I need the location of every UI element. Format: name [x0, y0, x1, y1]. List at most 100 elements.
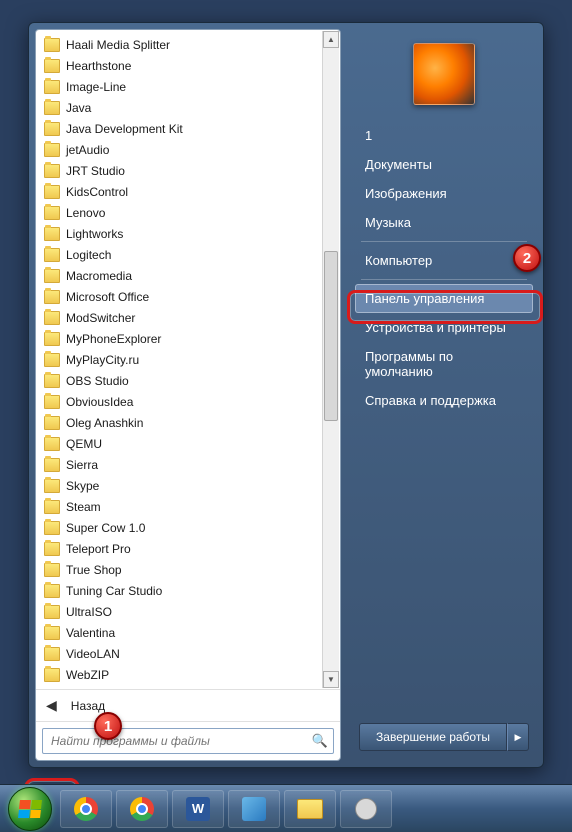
program-folder[interactable]: JRT Studio	[40, 160, 322, 181]
program-folder[interactable]: Steam	[40, 496, 322, 517]
scroll-thumb[interactable]	[324, 251, 338, 421]
program-label: Macromedia	[66, 269, 132, 283]
link-user-folder[interactable]: 1	[355, 121, 533, 150]
program-folder[interactable]: ObviousIdea	[40, 391, 322, 412]
link-help-support[interactable]: Справка и поддержка	[355, 386, 533, 415]
folder-icon	[44, 185, 60, 199]
folder-icon	[44, 626, 60, 640]
program-label: QEMU	[66, 437, 102, 451]
program-folder[interactable]: ModSwitcher	[40, 307, 322, 328]
back-label: Назад	[71, 699, 105, 713]
program-label: Haali Media Splitter	[66, 38, 170, 52]
taskbar-app[interactable]	[228, 790, 280, 828]
program-folder[interactable]: Microsoft Office	[40, 286, 322, 307]
program-folder[interactable]: Logitech	[40, 244, 322, 265]
program-folder[interactable]: QEMU	[40, 433, 322, 454]
back-arrow-icon: ◀	[46, 697, 57, 714]
link-pictures[interactable]: Изображения	[355, 179, 533, 208]
separator	[361, 279, 527, 280]
program-folder[interactable]: Lenovo	[40, 202, 322, 223]
program-folder[interactable]: Macromedia	[40, 265, 322, 286]
program-label: Lightworks	[66, 227, 123, 241]
folder-icon	[44, 80, 60, 94]
program-label: Steam	[66, 500, 101, 514]
back-button[interactable]: ◀ Назад	[36, 689, 340, 721]
link-control-panel[interactable]: Панель управления	[355, 284, 533, 313]
taskbar-chrome-2[interactable]	[116, 790, 168, 828]
program-folder[interactable]: Haali Media Splitter	[40, 34, 322, 55]
program-folder[interactable]: Hearthstone	[40, 55, 322, 76]
program-folder[interactable]: Teleport Pro	[40, 538, 322, 559]
program-label: Microsoft Office	[66, 290, 149, 304]
link-devices-printers[interactable]: Устройства и принтеры	[355, 313, 533, 342]
program-label: Lenovo	[66, 206, 105, 220]
program-folder[interactable]: UltraISO	[40, 601, 322, 622]
start-menu-right-panel: 1 Документы Изображения Музыка Компьютер…	[341, 29, 537, 761]
program-label: ObviousIdea	[66, 395, 133, 409]
taskbar-volume[interactable]	[340, 790, 392, 828]
taskbar-chrome-1[interactable]	[60, 790, 112, 828]
start-button[interactable]	[8, 787, 52, 831]
annotation-badge-1: 1	[94, 712, 122, 740]
program-folder[interactable]: Skype	[40, 475, 322, 496]
link-music[interactable]: Музыка	[355, 208, 533, 237]
search-box[interactable]: 🔍	[42, 728, 334, 754]
program-label: KidsControl	[66, 185, 128, 199]
search-input[interactable]	[43, 734, 307, 748]
folder-icon	[44, 248, 60, 262]
program-folder[interactable]: Java	[40, 97, 322, 118]
scroll-up-button[interactable]: ▲	[323, 31, 339, 48]
program-folder[interactable]: Tuning Car Studio	[40, 580, 322, 601]
folder-icon	[44, 416, 60, 430]
chrome-icon	[74, 797, 98, 821]
program-folder[interactable]: Oleg Anashkin	[40, 412, 322, 433]
program-folder[interactable]: MyPlayCity.ru	[40, 349, 322, 370]
link-computer[interactable]: Компьютер	[355, 246, 533, 275]
program-folder[interactable]: KidsControl	[40, 181, 322, 202]
program-folder[interactable]: OBS Studio	[40, 370, 322, 391]
program-label: Skype	[66, 479, 99, 493]
program-label: UltraISO	[66, 605, 112, 619]
program-label: WebZIP	[66, 668, 109, 682]
program-label: OBS Studio	[66, 374, 129, 388]
windows-logo-icon	[18, 800, 42, 818]
program-label: Sierra	[66, 458, 98, 472]
search-row: 🔍	[36, 721, 340, 760]
program-folder[interactable]: VideoLAN	[40, 643, 322, 664]
program-label: Hearthstone	[66, 59, 131, 73]
folder-icon	[44, 269, 60, 283]
program-folder[interactable]: Super Cow 1.0	[40, 517, 322, 538]
program-label: Oleg Anashkin	[66, 416, 143, 430]
program-folder[interactable]: Image-Line	[40, 76, 322, 97]
taskbar-word[interactable]: W	[172, 790, 224, 828]
program-folder[interactable]: MyPhoneExplorer	[40, 328, 322, 349]
folder-icon	[297, 799, 323, 819]
taskbar-explorer[interactable]	[284, 790, 336, 828]
link-default-programs[interactable]: Программы по умолчанию	[355, 342, 533, 386]
program-folder[interactable]: Lightworks	[40, 223, 322, 244]
program-folder[interactable]: Sierra	[40, 454, 322, 475]
folder-icon	[44, 458, 60, 472]
word-icon: W	[186, 797, 210, 821]
folder-icon	[44, 332, 60, 346]
program-folder[interactable]: Valentina	[40, 622, 322, 643]
program-label: MyPhoneExplorer	[66, 332, 161, 346]
start-menu: Haali Media Splitter Hearthstone Image-Lin…	[28, 22, 544, 768]
folder-icon	[44, 164, 60, 178]
program-folder[interactable]: Java Development Kit	[40, 118, 322, 139]
program-label: Super Cow 1.0	[66, 521, 145, 535]
link-documents[interactable]: Документы	[355, 150, 533, 179]
program-list-scrollbar[interactable]: ▲ ▼	[322, 31, 339, 688]
program-folder[interactable]: True Shop	[40, 559, 322, 580]
app-icon	[242, 797, 266, 821]
start-menu-left-panel: Haali Media Splitter Hearthstone Image-Lin…	[35, 29, 341, 761]
program-folder[interactable]: WebZIP	[40, 664, 322, 685]
shutdown-options-button[interactable]: ▶	[507, 723, 529, 751]
separator	[361, 241, 527, 242]
user-picture[interactable]	[413, 43, 475, 105]
program-folder[interactable]: jetAudio	[40, 139, 322, 160]
shutdown-button[interactable]: Завершение работы	[359, 723, 507, 751]
scroll-down-button[interactable]: ▼	[323, 671, 339, 688]
shutdown-group: Завершение работы ▶	[359, 723, 529, 751]
volume-icon	[355, 798, 377, 820]
